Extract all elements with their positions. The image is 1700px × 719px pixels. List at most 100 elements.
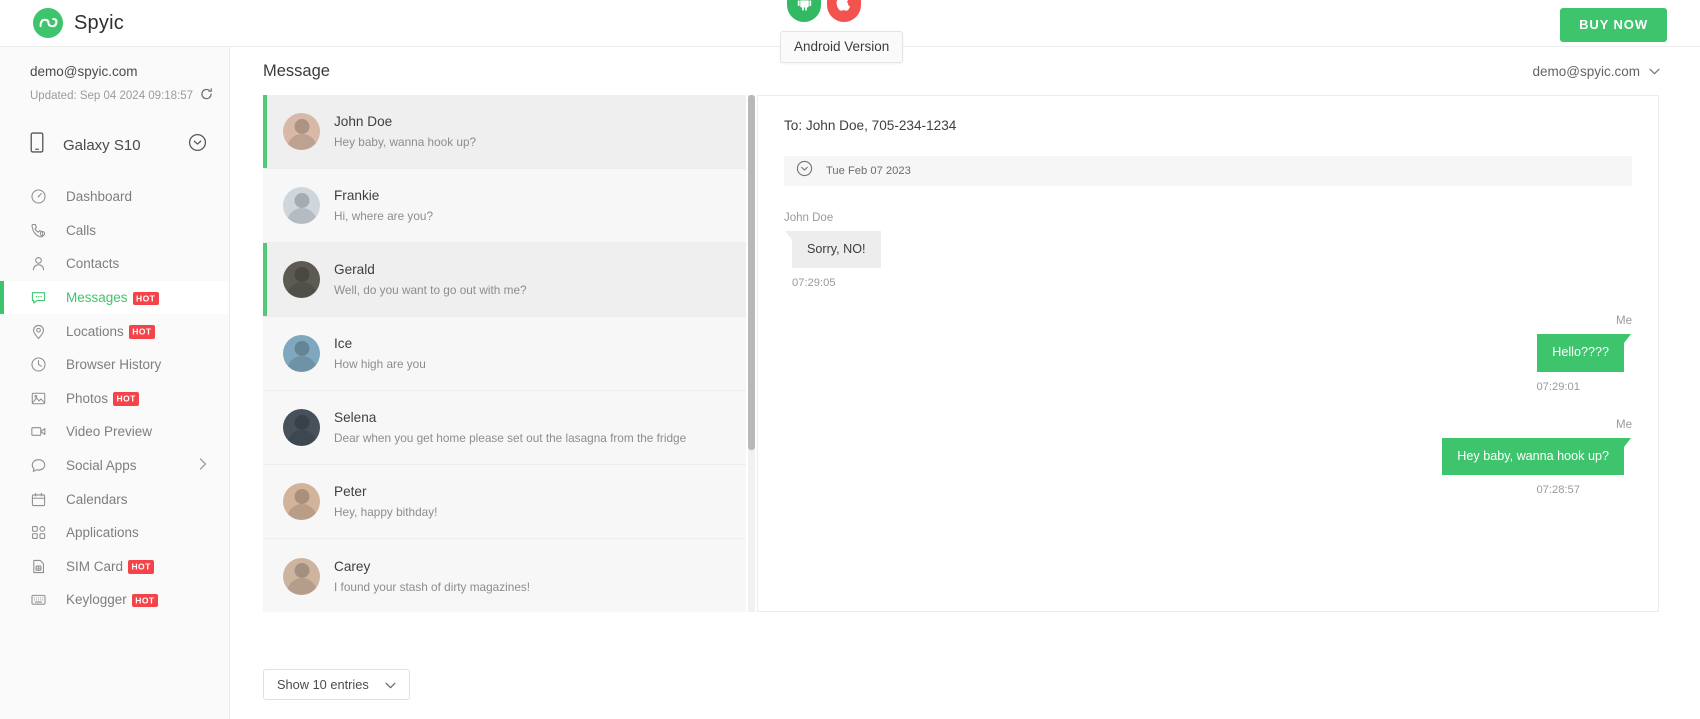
conversation-list: John Doe Hey baby, wanna hook up? Franki…	[263, 95, 746, 612]
entries-per-page-select[interactable]: Show 10 entries	[263, 669, 410, 700]
sidebar-nav: Dashboard Calls Contacts Messages HOT Loc…	[0, 180, 229, 617]
hot-badge: HOT	[132, 291, 159, 306]
video-camera-icon	[31, 427, 46, 437]
sidebar-item-label: Video Preview	[66, 424, 153, 440]
message-outgoing: Me Hello???? 07:29:01	[784, 315, 1632, 392]
sidebar-item-keylogger[interactable]: Keylogger HOT	[0, 583, 229, 617]
message-bubble: Sorry, NO!	[785, 231, 881, 269]
buy-now-button[interactable]: BUY NOW	[1560, 8, 1667, 42]
sidebar-item-sim-card[interactable]: SIM Card HOT	[0, 550, 229, 584]
sidebar-item-dashboard[interactable]: Dashboard	[0, 180, 229, 214]
message-sender: Me	[1616, 315, 1632, 328]
content-header: Message demo@spyic.com	[230, 47, 1700, 95]
brand-name: Spyic	[74, 11, 124, 34]
conversation-name: Peter	[334, 484, 367, 499]
thread-date-label: Tue Feb 07 2023	[826, 165, 911, 177]
sidebar-item-browser-history[interactable]: Browser History	[0, 348, 229, 382]
conversation-name: Gerald	[334, 262, 375, 277]
conversation-preview: How high are you	[334, 357, 426, 371]
sidebar-item-photos[interactable]: Photos HOT	[0, 382, 229, 416]
sidebar-item-calendars[interactable]: Calendars	[0, 482, 229, 516]
message-bubble: Hey baby, wanna hook up?	[1442, 437, 1631, 476]
spyic-logo-icon	[33, 8, 63, 38]
hot-badge: HOT	[131, 593, 158, 608]
device-selector[interactable]: Galaxy S10	[0, 124, 229, 166]
main-content: Message demo@spyic.com John Doe Hey baby…	[230, 47, 1700, 719]
message-icon	[31, 292, 46, 304]
brand-logo[interactable]: Spyic	[0, 8, 250, 38]
last-updated-text: Updated: Sep 04 2024 09:18:57	[30, 90, 194, 102]
conversation-list-scrollbar[interactable]	[748, 95, 755, 612]
chevron-right-icon	[199, 457, 207, 475]
sim-card-icon	[33, 559, 44, 573]
conversation-preview: Dear when you get home please set out th…	[334, 431, 687, 445]
thread-date-divider[interactable]: Tue Feb 07 2023	[784, 156, 1632, 186]
account-menu-label: demo@spyic.com	[1532, 63, 1641, 79]
avatar	[283, 187, 320, 224]
avatar	[283, 409, 320, 446]
avatar	[283, 113, 320, 150]
messages-panels: John Doe Hey baby, wanna hook up? Franki…	[263, 95, 1667, 657]
conversation-preview: Hey, happy bithday!	[334, 505, 438, 519]
conversation-preview: Well, do you want to go out with me?	[334, 283, 527, 297]
chevron-down-icon	[1649, 62, 1660, 80]
sidebar-item-label: Calendars	[66, 491, 128, 507]
refresh-icon[interactable]	[200, 87, 213, 105]
sidebar-item-label: Keylogger HOT	[66, 592, 158, 608]
apps-grid-icon	[32, 526, 46, 540]
sidebar-item-contacts[interactable]: Contacts	[0, 247, 229, 281]
hot-badge: HOT	[128, 560, 155, 574]
conversation-item[interactable]: Selena Dear when you get home please set…	[263, 391, 746, 465]
avatar	[283, 483, 320, 520]
conversation-name: Selena	[334, 410, 377, 425]
sidebar-item-messages[interactable]: Messages HOT	[0, 280, 229, 315]
chevron-down-circle-icon[interactable]	[188, 133, 207, 157]
android-version-button[interactable]	[787, 0, 821, 22]
thread-recipient: To: John Doe, 705-234-1234	[784, 118, 957, 133]
spyic-dashboard: Spyic Android Version BUY NOW demo@spyic…	[0, 0, 1700, 719]
ios-version-button[interactable]	[827, 0, 861, 22]
device-name: Galaxy S10	[63, 136, 141, 154]
conversation-item[interactable]: Ice How high are you	[263, 317, 746, 391]
location-pin-icon	[33, 324, 44, 339]
scrollbar-thumb[interactable]	[748, 95, 755, 450]
chevron-down-icon	[385, 676, 396, 694]
conversation-item[interactable]: Gerald Well, do you want to go out with …	[263, 243, 746, 317]
apple-icon	[836, 0, 852, 16]
sidebar-item-label: Messages HOT	[66, 290, 159, 306]
chevron-down-circle-icon[interactable]	[796, 160, 813, 182]
conversation-item[interactable]: Carey I found your stash of dirty magazi…	[263, 539, 746, 612]
clock-icon	[31, 357, 46, 372]
phone-call-icon	[31, 223, 46, 238]
conversation-item[interactable]: John Doe Hey baby, wanna hook up?	[263, 95, 746, 169]
sidebar-item-applications[interactable]: Applications	[0, 516, 229, 550]
sidebar-item-locations[interactable]: Locations HOT	[0, 314, 229, 348]
sidebar: demo@spyic.com Updated: Sep 04 2024 09:1…	[0, 47, 230, 719]
keyboard-icon	[31, 595, 46, 606]
calendar-icon	[31, 492, 46, 506]
message-incoming: John Doe Sorry, NO! 07:29:05	[784, 212, 1632, 289]
hot-badge: HOT	[113, 392, 140, 406]
user-icon	[32, 257, 45, 271]
avatar	[283, 557, 320, 595]
avatar	[283, 335, 320, 372]
sidebar-item-video-preview[interactable]: Video Preview	[0, 415, 229, 449]
sidebar-item-social-apps[interactable]: Social Apps	[0, 449, 229, 483]
conversation-name: Frankie	[334, 188, 380, 203]
message-sender: John Doe	[784, 212, 834, 224]
account-email: demo@spyic.com	[30, 64, 138, 79]
account-block: demo@spyic.com Updated: Sep 04 2024 09:1…	[0, 47, 229, 105]
conversation-item[interactable]: Frankie Hi, where are you?	[263, 169, 746, 243]
platform-switch	[787, 0, 861, 22]
sidebar-item-label: Social Apps	[66, 458, 137, 474]
conversation-item[interactable]: Peter Hey, happy bithday!	[263, 465, 746, 539]
sidebar-item-calls[interactable]: Calls	[0, 214, 229, 248]
account-menu[interactable]: demo@spyic.com	[1533, 62, 1661, 80]
conversation-preview: I found your stash of dirty magazines!	[334, 579, 531, 594]
sidebar-item-label: Photos HOT	[66, 391, 140, 406]
page-title: Message	[263, 61, 330, 80]
image-icon	[31, 392, 46, 405]
platform-tooltip: Android Version	[780, 31, 904, 63]
message-bubble: Hello????	[1537, 334, 1631, 372]
sidebar-item-label: SIM Card HOT	[66, 559, 155, 574]
